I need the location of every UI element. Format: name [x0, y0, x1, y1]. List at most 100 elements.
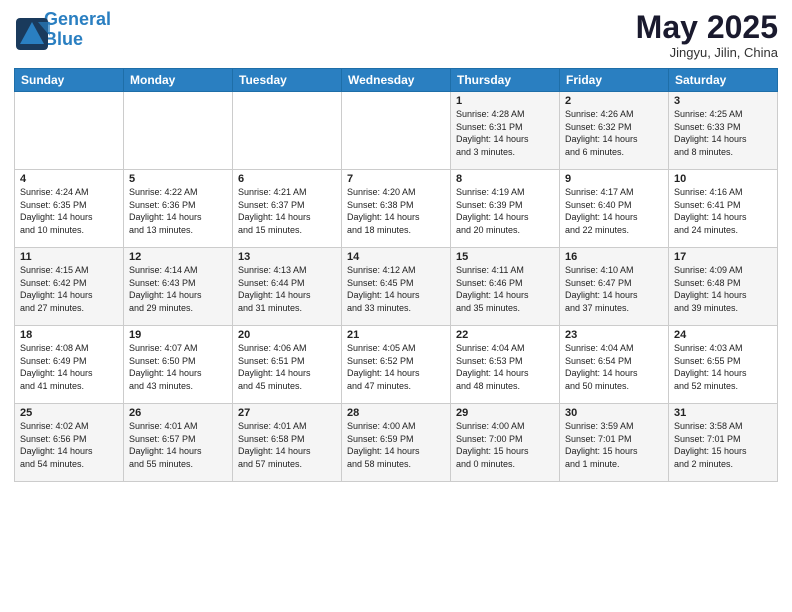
- day-number: 15: [456, 251, 554, 263]
- logo-icon: [14, 16, 42, 44]
- calendar-cell: 30Sunrise: 3:59 AM Sunset: 7:01 PM Dayli…: [560, 404, 669, 482]
- calendar-cell: 27Sunrise: 4:01 AM Sunset: 6:58 PM Dayli…: [233, 404, 342, 482]
- calendar-cell: 24Sunrise: 4:03 AM Sunset: 6:55 PM Dayli…: [669, 326, 778, 404]
- day-info: Sunrise: 4:05 AM Sunset: 6:52 PM Dayligh…: [347, 342, 445, 392]
- calendar-cell: 21Sunrise: 4:05 AM Sunset: 6:52 PM Dayli…: [342, 326, 451, 404]
- day-number: 22: [456, 329, 554, 341]
- day-info: Sunrise: 4:01 AM Sunset: 6:57 PM Dayligh…: [129, 420, 227, 470]
- day-number: 14: [347, 251, 445, 263]
- calendar-cell: 4Sunrise: 4:24 AM Sunset: 6:35 PM Daylig…: [15, 170, 124, 248]
- calendar-cell: 2Sunrise: 4:26 AM Sunset: 6:32 PM Daylig…: [560, 92, 669, 170]
- day-number: 26: [129, 407, 227, 419]
- calendar-cell: 14Sunrise: 4:12 AM Sunset: 6:45 PM Dayli…: [342, 248, 451, 326]
- calendar-cell: 22Sunrise: 4:04 AM Sunset: 6:53 PM Dayli…: [451, 326, 560, 404]
- day-number: 2: [565, 95, 663, 107]
- day-info: Sunrise: 4:07 AM Sunset: 6:50 PM Dayligh…: [129, 342, 227, 392]
- day-info: Sunrise: 4:03 AM Sunset: 6:55 PM Dayligh…: [674, 342, 772, 392]
- calendar-cell: 17Sunrise: 4:09 AM Sunset: 6:48 PM Dayli…: [669, 248, 778, 326]
- day-number: 11: [20, 251, 118, 263]
- col-header-thursday: Thursday: [451, 69, 560, 92]
- location: Jingyu, Jilin, China: [636, 45, 778, 60]
- col-header-sunday: Sunday: [15, 69, 124, 92]
- calendar-cell: 15Sunrise: 4:11 AM Sunset: 6:46 PM Dayli…: [451, 248, 560, 326]
- calendar-cell: 11Sunrise: 4:15 AM Sunset: 6:42 PM Dayli…: [15, 248, 124, 326]
- day-info: Sunrise: 4:00 AM Sunset: 7:00 PM Dayligh…: [456, 420, 554, 470]
- month-title: May 2025: [636, 10, 778, 45]
- calendar-cell: 28Sunrise: 4:00 AM Sunset: 6:59 PM Dayli…: [342, 404, 451, 482]
- day-info: Sunrise: 4:12 AM Sunset: 6:45 PM Dayligh…: [347, 264, 445, 314]
- calendar-week-row: 25Sunrise: 4:02 AM Sunset: 6:56 PM Dayli…: [15, 404, 778, 482]
- day-info: Sunrise: 4:15 AM Sunset: 6:42 PM Dayligh…: [20, 264, 118, 314]
- day-number: 28: [347, 407, 445, 419]
- day-info: Sunrise: 4:17 AM Sunset: 6:40 PM Dayligh…: [565, 186, 663, 236]
- day-number: 7: [347, 173, 445, 185]
- day-info: Sunrise: 4:25 AM Sunset: 6:33 PM Dayligh…: [674, 108, 772, 158]
- calendar-cell: 3Sunrise: 4:25 AM Sunset: 6:33 PM Daylig…: [669, 92, 778, 170]
- day-info: Sunrise: 3:59 AM Sunset: 7:01 PM Dayligh…: [565, 420, 663, 470]
- day-number: 27: [238, 407, 336, 419]
- day-info: Sunrise: 4:10 AM Sunset: 6:47 PM Dayligh…: [565, 264, 663, 314]
- day-number: 25: [20, 407, 118, 419]
- calendar-cell: 16Sunrise: 4:10 AM Sunset: 6:47 PM Dayli…: [560, 248, 669, 326]
- calendar-cell: 13Sunrise: 4:13 AM Sunset: 6:44 PM Dayli…: [233, 248, 342, 326]
- col-header-friday: Friday: [560, 69, 669, 92]
- day-info: Sunrise: 4:04 AM Sunset: 6:53 PM Dayligh…: [456, 342, 554, 392]
- day-number: 18: [20, 329, 118, 341]
- calendar-cell: 18Sunrise: 4:08 AM Sunset: 6:49 PM Dayli…: [15, 326, 124, 404]
- day-number: 30: [565, 407, 663, 419]
- calendar-week-row: 1Sunrise: 4:28 AM Sunset: 6:31 PM Daylig…: [15, 92, 778, 170]
- day-number: 13: [238, 251, 336, 263]
- calendar-cell: 7Sunrise: 4:20 AM Sunset: 6:38 PM Daylig…: [342, 170, 451, 248]
- logo-text: General Blue: [44, 10, 111, 50]
- calendar-cell: [124, 92, 233, 170]
- calendar-cell: [15, 92, 124, 170]
- calendar-header-row: SundayMondayTuesdayWednesdayThursdayFrid…: [15, 69, 778, 92]
- logo: General Blue: [14, 10, 111, 50]
- day-info: Sunrise: 4:19 AM Sunset: 6:39 PM Dayligh…: [456, 186, 554, 236]
- col-header-saturday: Saturday: [669, 69, 778, 92]
- col-header-tuesday: Tuesday: [233, 69, 342, 92]
- day-number: 12: [129, 251, 227, 263]
- day-number: 8: [456, 173, 554, 185]
- day-number: 23: [565, 329, 663, 341]
- calendar-cell: 6Sunrise: 4:21 AM Sunset: 6:37 PM Daylig…: [233, 170, 342, 248]
- day-number: 24: [674, 329, 772, 341]
- day-info: Sunrise: 4:21 AM Sunset: 6:37 PM Dayligh…: [238, 186, 336, 236]
- calendar-cell: 9Sunrise: 4:17 AM Sunset: 6:40 PM Daylig…: [560, 170, 669, 248]
- day-number: 3: [674, 95, 772, 107]
- day-number: 4: [20, 173, 118, 185]
- calendar-cell: 8Sunrise: 4:19 AM Sunset: 6:39 PM Daylig…: [451, 170, 560, 248]
- day-info: Sunrise: 4:26 AM Sunset: 6:32 PM Dayligh…: [565, 108, 663, 158]
- day-number: 17: [674, 251, 772, 263]
- day-number: 10: [674, 173, 772, 185]
- header: General Blue May 2025 Jingyu, Jilin, Chi…: [14, 10, 778, 60]
- day-info: Sunrise: 4:04 AM Sunset: 6:54 PM Dayligh…: [565, 342, 663, 392]
- logo-line1: General: [44, 9, 111, 29]
- day-number: 21: [347, 329, 445, 341]
- calendar-cell: 25Sunrise: 4:02 AM Sunset: 6:56 PM Dayli…: [15, 404, 124, 482]
- calendar-cell: 1Sunrise: 4:28 AM Sunset: 6:31 PM Daylig…: [451, 92, 560, 170]
- day-number: 6: [238, 173, 336, 185]
- day-info: Sunrise: 4:08 AM Sunset: 6:49 PM Dayligh…: [20, 342, 118, 392]
- day-info: Sunrise: 4:11 AM Sunset: 6:46 PM Dayligh…: [456, 264, 554, 314]
- day-number: 9: [565, 173, 663, 185]
- day-number: 20: [238, 329, 336, 341]
- calendar-week-row: 11Sunrise: 4:15 AM Sunset: 6:42 PM Dayli…: [15, 248, 778, 326]
- day-number: 31: [674, 407, 772, 419]
- calendar-cell: 20Sunrise: 4:06 AM Sunset: 6:51 PM Dayli…: [233, 326, 342, 404]
- calendar-cell: 19Sunrise: 4:07 AM Sunset: 6:50 PM Dayli…: [124, 326, 233, 404]
- day-info: Sunrise: 4:24 AM Sunset: 6:35 PM Dayligh…: [20, 186, 118, 236]
- day-info: Sunrise: 4:13 AM Sunset: 6:44 PM Dayligh…: [238, 264, 336, 314]
- day-number: 16: [565, 251, 663, 263]
- day-info: Sunrise: 4:09 AM Sunset: 6:48 PM Dayligh…: [674, 264, 772, 314]
- calendar-cell: [233, 92, 342, 170]
- day-info: Sunrise: 4:06 AM Sunset: 6:51 PM Dayligh…: [238, 342, 336, 392]
- day-number: 19: [129, 329, 227, 341]
- calendar-cell: 23Sunrise: 4:04 AM Sunset: 6:54 PM Dayli…: [560, 326, 669, 404]
- calendar-table: SundayMondayTuesdayWednesdayThursdayFrid…: [14, 68, 778, 482]
- calendar-cell: [342, 92, 451, 170]
- title-area: May 2025 Jingyu, Jilin, China: [636, 10, 778, 60]
- day-info: Sunrise: 4:16 AM Sunset: 6:41 PM Dayligh…: [674, 186, 772, 236]
- calendar-cell: 26Sunrise: 4:01 AM Sunset: 6:57 PM Dayli…: [124, 404, 233, 482]
- day-info: Sunrise: 4:20 AM Sunset: 6:38 PM Dayligh…: [347, 186, 445, 236]
